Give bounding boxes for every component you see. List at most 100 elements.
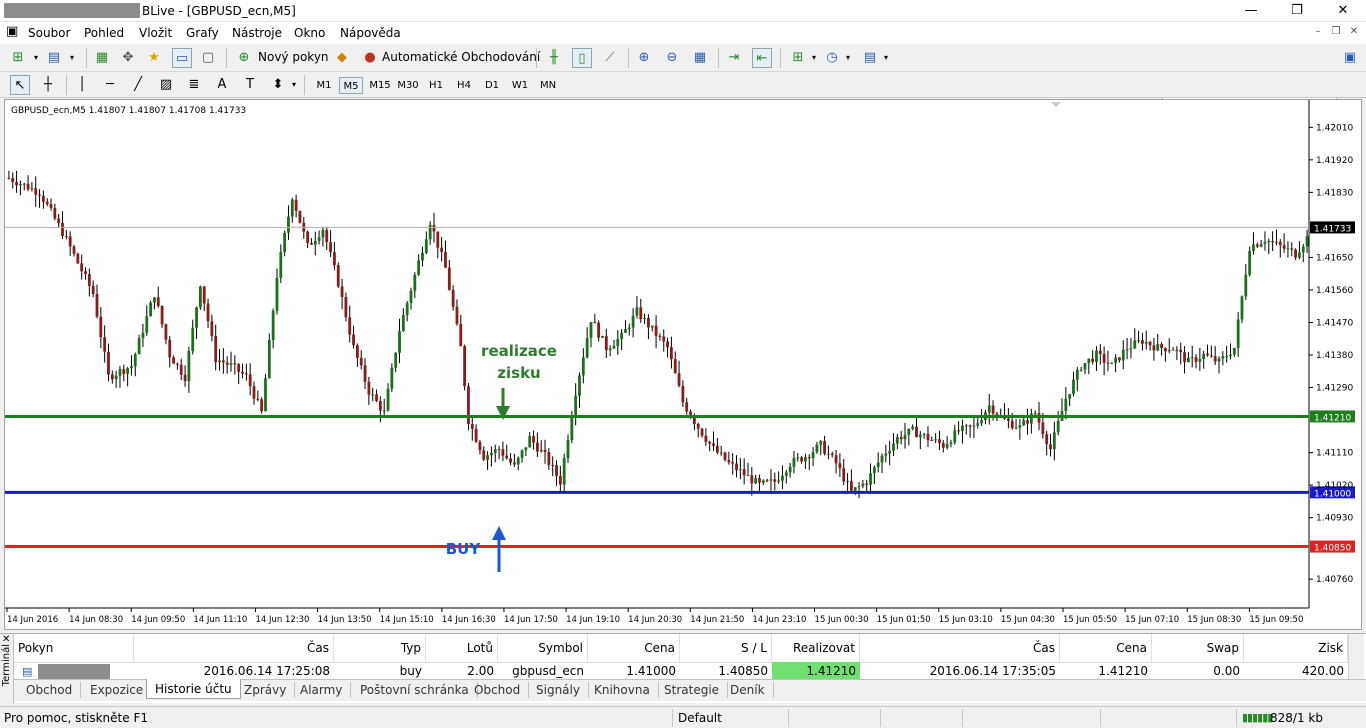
col-sl[interactable]: S / L [680, 634, 772, 662]
profiles-icon[interactable]: ▤ [44, 48, 64, 68]
cell-type: buy [399, 664, 422, 678]
tab-denik[interactable]: Deník [722, 682, 774, 698]
mdi-close-icon[interactable]: ✕ [1346, 24, 1362, 40]
timeframe-h4[interactable]: H4 [452, 77, 476, 94]
timeframe-m5[interactable]: M5 [339, 77, 363, 94]
y-tick-label: 1.40760 [1316, 575, 1353, 585]
timeframe-m1[interactable]: M1 [312, 77, 336, 94]
mdi-restore-icon[interactable]: ❐ [1328, 24, 1344, 40]
app-menu-icon[interactable]: ▣ [6, 24, 18, 39]
chart-shift-icon[interactable]: ⇤ [752, 48, 772, 68]
tab-knihovna[interactable]: Knihovna [586, 682, 659, 698]
menu-soubor[interactable]: Soubor [28, 26, 70, 40]
candle-body [76, 253, 80, 264]
market-watch-icon[interactable]: ▦ [92, 48, 112, 68]
tab-postovni-schranka[interactable]: Poštovní schránka [352, 682, 478, 698]
metaeditor-icon[interactable]: ◆ [332, 48, 352, 68]
candle-body [1110, 362, 1114, 364]
menu-vlozit[interactable]: Vložit [139, 26, 172, 40]
zoom-out-icon[interactable]: ⊖ [662, 48, 682, 68]
candle-body [352, 334, 355, 346]
candle-body [742, 469, 746, 476]
text-icon[interactable]: A [212, 75, 232, 95]
col-type[interactable]: Typ [334, 634, 426, 662]
candle-body [164, 324, 168, 340]
tab-strategie[interactable]: Strategie [656, 682, 729, 698]
timeframe-h1[interactable]: H1 [424, 77, 448, 94]
maximize-button[interactable]: ❐ [1274, 0, 1320, 22]
mdi-minimize-icon[interactable]: – [1310, 24, 1326, 40]
tab-expozice[interactable]: Expozice [82, 682, 153, 698]
chart-window[interactable]: 1.41210 1.41000 1.40850 1.41733 1.42010 1.41… [4, 99, 1362, 630]
tab-obchod[interactable]: Obchod [18, 682, 82, 698]
candle-body [823, 441, 826, 454]
dropdown-icon[interactable]: ▾ [62, 48, 82, 68]
community-icon[interactable]: ▣ [1340, 48, 1360, 68]
col-symbol[interactable]: Symbol [498, 634, 588, 662]
candle-body [444, 252, 447, 268]
fibonacci-icon[interactable]: ≣ [184, 75, 204, 95]
cursor-icon[interactable]: ↖ [10, 75, 30, 95]
col-profit[interactable]: Zisk [1244, 634, 1348, 662]
crosshair-icon[interactable]: ┼ [38, 75, 58, 95]
new-order-button[interactable]: Nový pokyn [258, 50, 329, 64]
equidistant-channel-icon[interactable]: ▨ [156, 75, 176, 95]
auto-trading-button[interactable]: Automatické Obchodování [382, 50, 540, 64]
timeframe-w1[interactable]: W1 [508, 77, 532, 94]
text-label-icon[interactable]: T [240, 75, 260, 95]
col-order[interactable]: Pokyn [14, 634, 134, 662]
terminal-icon[interactable]: ▭ [172, 48, 192, 68]
candle-body [482, 450, 486, 460]
timeframe-mn[interactable]: MN [536, 77, 560, 94]
col-lots[interactable]: Lotů [426, 634, 498, 662]
menu-nastroje[interactable]: Nástroje [232, 26, 282, 40]
new-order-icon[interactable]: ⊕ [234, 48, 254, 68]
autoscroll-icon[interactable]: ⇥ [724, 48, 744, 68]
tester-icon[interactable]: ▢ [198, 48, 218, 68]
col-swap[interactable]: Swap [1152, 634, 1244, 662]
menu-grafy[interactable]: Grafy [186, 26, 219, 40]
candle-body [911, 426, 915, 429]
navigator-icon[interactable]: ★ [144, 48, 164, 68]
dropdown-icon[interactable]: ▾ [284, 75, 304, 95]
candle-body [769, 479, 773, 481]
line-chart-icon[interactable]: ⟋ [600, 48, 620, 68]
trendline-icon[interactable]: ╱ [128, 75, 148, 95]
tab-zpravy[interactable]: Zprávy [236, 682, 296, 698]
timeframe-d1[interactable]: D1 [480, 77, 504, 94]
menu-napoveda[interactable]: Nápověda [340, 26, 401, 40]
y-tick-label: 1.41110 [1316, 449, 1353, 459]
auto-trading-icon[interactable]: ● [360, 48, 380, 68]
dropdown-icon[interactable]: ▾ [26, 48, 46, 68]
vertical-line-icon[interactable]: │ [72, 75, 92, 95]
data-window-icon[interactable]: ✥ [118, 48, 138, 68]
candle-body [417, 260, 421, 275]
new-chart-icon[interactable]: ⊞ [8, 48, 28, 68]
dropdown-icon[interactable]: ▾ [804, 48, 824, 68]
col-close-time[interactable]: Čas [860, 634, 1060, 662]
timeframe-m30[interactable]: M30 [396, 77, 420, 94]
tab-signaly[interactable]: Signály [528, 682, 589, 698]
col-tp[interactable]: Realizovat zisk [772, 634, 860, 683]
candle-body [941, 443, 945, 448]
tab-obchod-market[interactable]: Obchod [466, 682, 530, 698]
horizontal-line-icon[interactable]: ─ [100, 75, 120, 95]
terminal-scrollbar[interactable] [1348, 634, 1364, 680]
dropdown-icon[interactable]: ▾ [838, 48, 858, 68]
price-chart[interactable]: 1.412101.410001.40850 1.417331.420101.41… [5, 100, 1361, 629]
menu-okno[interactable]: Okno [294, 26, 325, 40]
menu-pohled[interactable]: Pohled [84, 26, 124, 40]
timeframe-m15[interactable]: M15 [368, 77, 392, 94]
tile-windows-icon[interactable]: ▦ [690, 48, 710, 68]
col-price[interactable]: Cena [588, 634, 680, 662]
tab-historie-uctu[interactable]: Historie účtu [146, 679, 241, 699]
close-button[interactable]: ✕ [1320, 0, 1366, 22]
col-close-price[interactable]: Cena [1060, 634, 1152, 662]
tab-alarmy[interactable]: Alarmy [292, 682, 352, 698]
zoom-in-icon[interactable]: ⊕ [634, 48, 654, 68]
bar-chart-icon[interactable]: ╫ [544, 48, 564, 68]
col-time[interactable]: Čas [134, 634, 334, 662]
dropdown-icon[interactable]: ▾ [876, 48, 896, 68]
minimize-button[interactable]: — [1228, 0, 1274, 22]
candlestick-icon[interactable]: ▯ [572, 48, 592, 68]
